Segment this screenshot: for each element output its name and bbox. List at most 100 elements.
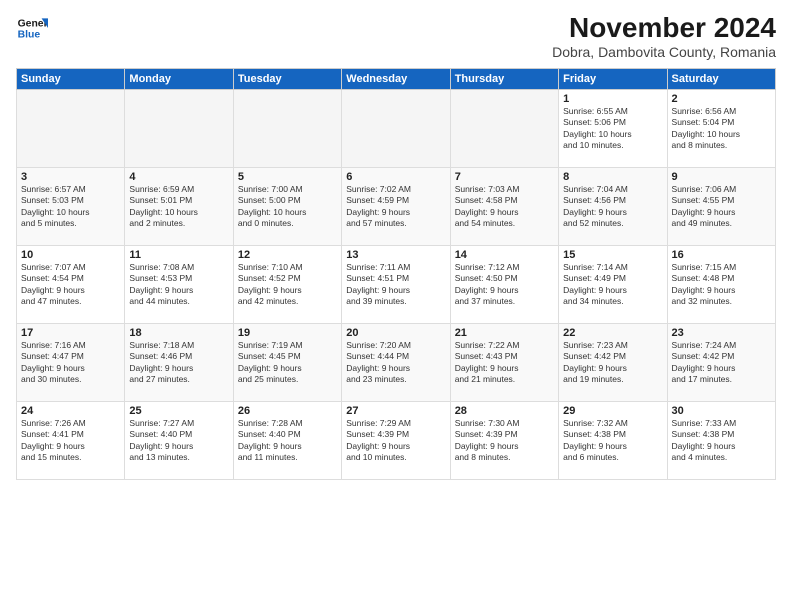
day-detail: Sunrise: 7:06 AM Sunset: 4:55 PM Dayligh… xyxy=(672,184,771,230)
calendar-cell xyxy=(342,90,450,168)
calendar-cell: 15Sunrise: 7:14 AM Sunset: 4:49 PM Dayli… xyxy=(559,246,667,324)
day-number: 11 xyxy=(129,249,228,261)
day-number: 10 xyxy=(21,249,120,261)
calendar-cell: 4Sunrise: 6:59 AM Sunset: 5:01 PM Daylig… xyxy=(125,168,233,246)
day-number: 15 xyxy=(563,249,662,261)
day-number: 14 xyxy=(455,249,554,261)
day-number: 5 xyxy=(238,171,337,183)
weekday-header-sunday: Sunday xyxy=(17,69,125,90)
day-detail: Sunrise: 7:23 AM Sunset: 4:42 PM Dayligh… xyxy=(563,340,662,386)
day-detail: Sunrise: 7:20 AM Sunset: 4:44 PM Dayligh… xyxy=(346,340,445,386)
calendar-cell xyxy=(233,90,341,168)
calendar-cell: 2Sunrise: 6:56 AM Sunset: 5:04 PM Daylig… xyxy=(667,90,775,168)
day-number: 23 xyxy=(672,327,771,339)
day-detail: Sunrise: 7:15 AM Sunset: 4:48 PM Dayligh… xyxy=(672,262,771,308)
calendar-week-3: 10Sunrise: 7:07 AM Sunset: 4:54 PM Dayli… xyxy=(17,246,776,324)
calendar-cell: 26Sunrise: 7:28 AM Sunset: 4:40 PM Dayli… xyxy=(233,402,341,480)
calendar-cell: 7Sunrise: 7:03 AM Sunset: 4:58 PM Daylig… xyxy=(450,168,558,246)
day-number: 8 xyxy=(563,171,662,183)
calendar-cell: 9Sunrise: 7:06 AM Sunset: 4:55 PM Daylig… xyxy=(667,168,775,246)
weekday-header-tuesday: Tuesday xyxy=(233,69,341,90)
calendar-cell: 14Sunrise: 7:12 AM Sunset: 4:50 PM Dayli… xyxy=(450,246,558,324)
day-number: 28 xyxy=(455,405,554,417)
day-number: 27 xyxy=(346,405,445,417)
calendar-cell: 11Sunrise: 7:08 AM Sunset: 4:53 PM Dayli… xyxy=(125,246,233,324)
day-number: 19 xyxy=(238,327,337,339)
day-detail: Sunrise: 7:08 AM Sunset: 4:53 PM Dayligh… xyxy=(129,262,228,308)
day-detail: Sunrise: 7:11 AM Sunset: 4:51 PM Dayligh… xyxy=(346,262,445,308)
weekday-header-wednesday: Wednesday xyxy=(342,69,450,90)
calendar-cell xyxy=(17,90,125,168)
day-number: 20 xyxy=(346,327,445,339)
day-number: 26 xyxy=(238,405,337,417)
calendar-cell: 16Sunrise: 7:15 AM Sunset: 4:48 PM Dayli… xyxy=(667,246,775,324)
calendar-cell: 5Sunrise: 7:00 AM Sunset: 5:00 PM Daylig… xyxy=(233,168,341,246)
calendar-cell: 23Sunrise: 7:24 AM Sunset: 4:42 PM Dayli… xyxy=(667,324,775,402)
logo: General Blue xyxy=(16,12,48,44)
day-detail: Sunrise: 7:24 AM Sunset: 4:42 PM Dayligh… xyxy=(672,340,771,386)
calendar-cell: 25Sunrise: 7:27 AM Sunset: 4:40 PM Dayli… xyxy=(125,402,233,480)
day-detail: Sunrise: 7:00 AM Sunset: 5:00 PM Dayligh… xyxy=(238,184,337,230)
day-detail: Sunrise: 7:04 AM Sunset: 4:56 PM Dayligh… xyxy=(563,184,662,230)
day-number: 17 xyxy=(21,327,120,339)
day-number: 13 xyxy=(346,249,445,261)
weekday-header-thursday: Thursday xyxy=(450,69,558,90)
day-number: 2 xyxy=(672,93,771,105)
day-number: 24 xyxy=(21,405,120,417)
calendar-cell: 22Sunrise: 7:23 AM Sunset: 4:42 PM Dayli… xyxy=(559,324,667,402)
day-detail: Sunrise: 7:07 AM Sunset: 4:54 PM Dayligh… xyxy=(21,262,120,308)
weekday-header-friday: Friday xyxy=(559,69,667,90)
day-detail: Sunrise: 7:30 AM Sunset: 4:39 PM Dayligh… xyxy=(455,418,554,464)
calendar-cell: 19Sunrise: 7:19 AM Sunset: 4:45 PM Dayli… xyxy=(233,324,341,402)
day-detail: Sunrise: 7:14 AM Sunset: 4:49 PM Dayligh… xyxy=(563,262,662,308)
calendar-cell: 17Sunrise: 7:16 AM Sunset: 4:47 PM Dayli… xyxy=(17,324,125,402)
day-number: 29 xyxy=(563,405,662,417)
calendar-cell: 3Sunrise: 6:57 AM Sunset: 5:03 PM Daylig… xyxy=(17,168,125,246)
day-number: 18 xyxy=(129,327,228,339)
day-number: 7 xyxy=(455,171,554,183)
calendar-cell: 18Sunrise: 7:18 AM Sunset: 4:46 PM Dayli… xyxy=(125,324,233,402)
weekday-header-row: SundayMondayTuesdayWednesdayThursdayFrid… xyxy=(17,69,776,90)
day-number: 21 xyxy=(455,327,554,339)
calendar-cell: 8Sunrise: 7:04 AM Sunset: 4:56 PM Daylig… xyxy=(559,168,667,246)
subtitle: Dobra, Dambovita County, Romania xyxy=(552,44,776,60)
day-number: 30 xyxy=(672,405,771,417)
day-detail: Sunrise: 7:02 AM Sunset: 4:59 PM Dayligh… xyxy=(346,184,445,230)
calendar-cell: 24Sunrise: 7:26 AM Sunset: 4:41 PM Dayli… xyxy=(17,402,125,480)
day-detail: Sunrise: 7:33 AM Sunset: 4:38 PM Dayligh… xyxy=(672,418,771,464)
calendar-week-1: 1Sunrise: 6:55 AM Sunset: 5:06 PM Daylig… xyxy=(17,90,776,168)
day-detail: Sunrise: 7:26 AM Sunset: 4:41 PM Dayligh… xyxy=(21,418,120,464)
day-number: 6 xyxy=(346,171,445,183)
calendar-cell: 20Sunrise: 7:20 AM Sunset: 4:44 PM Dayli… xyxy=(342,324,450,402)
calendar-cell: 30Sunrise: 7:33 AM Sunset: 4:38 PM Dayli… xyxy=(667,402,775,480)
calendar-cell: 13Sunrise: 7:11 AM Sunset: 4:51 PM Dayli… xyxy=(342,246,450,324)
calendar-cell: 21Sunrise: 7:22 AM Sunset: 4:43 PM Dayli… xyxy=(450,324,558,402)
day-number: 16 xyxy=(672,249,771,261)
logo-icon: General Blue xyxy=(16,12,48,44)
weekday-header-saturday: Saturday xyxy=(667,69,775,90)
calendar-cell xyxy=(125,90,233,168)
calendar-week-5: 24Sunrise: 7:26 AM Sunset: 4:41 PM Dayli… xyxy=(17,402,776,480)
day-detail: Sunrise: 7:18 AM Sunset: 4:46 PM Dayligh… xyxy=(129,340,228,386)
day-detail: Sunrise: 7:03 AM Sunset: 4:58 PM Dayligh… xyxy=(455,184,554,230)
calendar-cell: 29Sunrise: 7:32 AM Sunset: 4:38 PM Dayli… xyxy=(559,402,667,480)
day-detail: Sunrise: 7:10 AM Sunset: 4:52 PM Dayligh… xyxy=(238,262,337,308)
day-detail: Sunrise: 7:19 AM Sunset: 4:45 PM Dayligh… xyxy=(238,340,337,386)
calendar-table: SundayMondayTuesdayWednesdayThursdayFrid… xyxy=(16,68,776,480)
weekday-header-monday: Monday xyxy=(125,69,233,90)
day-number: 3 xyxy=(21,171,120,183)
day-detail: Sunrise: 6:56 AM Sunset: 5:04 PM Dayligh… xyxy=(672,106,771,152)
calendar-cell: 1Sunrise: 6:55 AM Sunset: 5:06 PM Daylig… xyxy=(559,90,667,168)
day-detail: Sunrise: 7:12 AM Sunset: 4:50 PM Dayligh… xyxy=(455,262,554,308)
calendar-week-4: 17Sunrise: 7:16 AM Sunset: 4:47 PM Dayli… xyxy=(17,324,776,402)
title-block: November 2024 Dobra, Dambovita County, R… xyxy=(552,12,776,60)
main-title: November 2024 xyxy=(552,12,776,44)
day-detail: Sunrise: 7:22 AM Sunset: 4:43 PM Dayligh… xyxy=(455,340,554,386)
day-detail: Sunrise: 7:32 AM Sunset: 4:38 PM Dayligh… xyxy=(563,418,662,464)
day-number: 12 xyxy=(238,249,337,261)
calendar-cell xyxy=(450,90,558,168)
svg-text:Blue: Blue xyxy=(18,30,41,41)
day-detail: Sunrise: 7:27 AM Sunset: 4:40 PM Dayligh… xyxy=(129,418,228,464)
day-number: 25 xyxy=(129,405,228,417)
day-detail: Sunrise: 6:59 AM Sunset: 5:01 PM Dayligh… xyxy=(129,184,228,230)
